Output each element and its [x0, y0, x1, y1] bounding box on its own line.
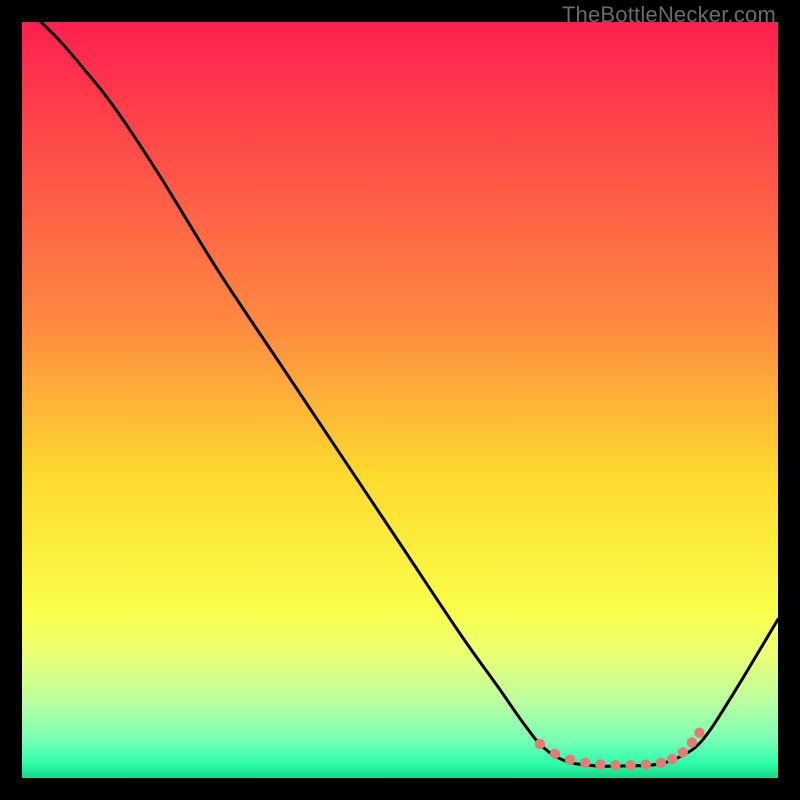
marker-dot	[550, 749, 560, 759]
marker-dot	[625, 760, 635, 770]
marker-dot	[595, 759, 605, 769]
marker-dot	[656, 758, 666, 768]
marker-dot	[678, 747, 688, 757]
marker-dot	[535, 739, 545, 749]
marker-dot	[667, 754, 677, 764]
watermark-text: TheBottleNecker.com	[562, 2, 776, 28]
marker-dot	[694, 727, 704, 737]
chart-frame	[22, 22, 778, 778]
marker-dot	[687, 737, 697, 747]
marker-dot	[610, 760, 620, 770]
gradient-background	[22, 22, 778, 778]
marker-dot	[641, 759, 651, 769]
marker-dot	[580, 758, 590, 768]
marker-dot	[565, 755, 575, 765]
chart-canvas	[22, 22, 778, 778]
